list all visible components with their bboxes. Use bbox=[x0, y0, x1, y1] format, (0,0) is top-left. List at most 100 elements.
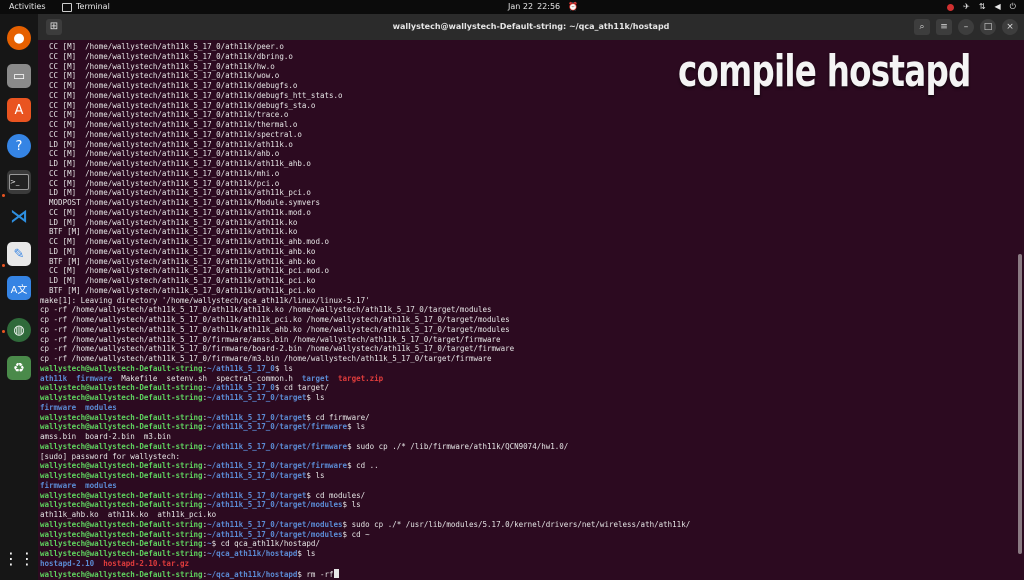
output-segment: hostapd-2.10 bbox=[40, 558, 95, 568]
prompt-line: wallystech@wallystech-Default-string:~/q… bbox=[40, 549, 315, 559]
prompt-user: wallystech@wallystech-Default-string bbox=[40, 422, 203, 432]
prompt-command: $ rm -rf bbox=[297, 569, 334, 579]
files-icon[interactable]: ▭ bbox=[7, 64, 31, 88]
volume-icon: ◀ bbox=[994, 2, 1001, 11]
prompt-line: wallystech@wallystech-Default-string:~/a… bbox=[40, 442, 568, 452]
prompt-user: wallystech@wallystech-Default-string bbox=[40, 519, 203, 529]
prompt-user: wallystech@wallystech-Default-string bbox=[40, 490, 203, 500]
prompt-command: $ ls bbox=[306, 393, 325, 402]
activities-button[interactable]: Activities bbox=[9, 0, 46, 14]
build-output-line: LD [M] /home/wallystech/ath11k_5_17_0/at… bbox=[40, 276, 316, 285]
output-segment: amss.bin board-2.bin m3.bin bbox=[40, 432, 171, 441]
app-menu[interactable]: Terminal bbox=[62, 0, 110, 14]
build-output-line: cp -rf /home/wallystech/ath11k_5_17_0/fi… bbox=[40, 354, 492, 363]
prompt-user: wallystech@wallystech-Default-string bbox=[40, 412, 203, 422]
prompt-path: ~/ath11k_5_17_0/target bbox=[207, 490, 307, 500]
prompt-command: $ cd target/ bbox=[274, 383, 329, 393]
title-bar[interactable]: ⊞ wallystech@wallystech-Default-string: … bbox=[38, 14, 1024, 40]
output-segment: modules bbox=[85, 402, 117, 412]
build-output-line: CC [M] /home/wallystech/ath11k_5_17_0/at… bbox=[40, 178, 280, 188]
menu-icon[interactable]: ≡ bbox=[936, 19, 952, 35]
output-segment: Makefile setenv.sh spectral_common.h bbox=[112, 373, 302, 383]
build-output-line: CC [M] /home/wallystech/ath11k_5_17_0/at… bbox=[40, 71, 280, 81]
build-output-line: CC [M] /home/wallystech/ath11k_5_17_0/at… bbox=[40, 110, 289, 120]
prompt-user: wallystech@wallystech-Default-string bbox=[40, 461, 203, 471]
prompt-user: wallystech@wallystech-Default-string bbox=[40, 569, 203, 579]
prompt-path: ~/ath11k_5_17_0/target/firmware bbox=[207, 461, 348, 471]
command-output-line: firmware modules bbox=[40, 481, 117, 491]
terminal-small-icon bbox=[62, 2, 72, 12]
build-output-line: cp -rf /home/wallystech/ath11k_5_17_0/at… bbox=[40, 305, 492, 315]
prompt-line: wallystech@wallystech-Default-string:~/a… bbox=[40, 383, 329, 393]
firefox-icon[interactable]: ● bbox=[7, 26, 31, 50]
build-output-line: LD [M] /home/wallystech/ath11k_5_17_0/at… bbox=[40, 246, 316, 256]
prompt-path: ~/ath11k_5_17_0/target bbox=[207, 393, 307, 402]
text-editor-icon[interactable]: ✎ bbox=[7, 242, 31, 266]
vscode-icon[interactable]: ⋊ bbox=[7, 204, 31, 228]
trash-icon[interactable]: ♻ bbox=[7, 356, 31, 380]
translate-icon[interactable]: A文 bbox=[7, 276, 31, 300]
build-output-line: CC [M] /home/wallystech/ath11k_5_17_0/at… bbox=[40, 100, 316, 110]
prompt-command: $ ls bbox=[347, 422, 366, 432]
prompt-line: wallystech@wallystech-Default-string:~/a… bbox=[40, 500, 361, 510]
output-segment bbox=[94, 559, 103, 568]
maximize-button[interactable]: □ bbox=[980, 19, 996, 35]
close-button[interactable]: × bbox=[1002, 19, 1018, 35]
overlay-caption: compile hostapd bbox=[678, 46, 971, 97]
output-segment: hostapd-2.10.tar.gz bbox=[103, 558, 190, 568]
command-output-line: firmware modules bbox=[40, 403, 117, 413]
running-indicator bbox=[2, 194, 5, 197]
prompt-line: wallystech@wallystech-Default-string:~/a… bbox=[40, 393, 324, 403]
build-output-line: LD [M] /home/wallystech/ath11k_5_17_0/at… bbox=[40, 159, 311, 168]
clock[interactable]: Jan 22 22:56 ⏰ bbox=[508, 0, 578, 14]
prompt-line: wallystech@wallystech-Default-string:~/a… bbox=[40, 471, 324, 481]
prompt-command: $ cd qca_ath11k/hostapd/ bbox=[211, 539, 320, 549]
scrollbar[interactable] bbox=[1018, 254, 1022, 554]
build-output-line: cp -rf /home/wallystech/ath11k_5_17_0/at… bbox=[40, 315, 510, 324]
terminal-icon[interactable]: >_ bbox=[7, 170, 31, 194]
app-grid-icon[interactable]: ⋮⋮ bbox=[3, 546, 35, 570]
output-segment: ath11k_ahb.ko ath11k.ko ath11k_pci.ko bbox=[40, 510, 217, 519]
prompt-path: ~/ath11k_5_17_0 bbox=[207, 383, 275, 393]
prompt-user: wallystech@wallystech-Default-string bbox=[40, 471, 203, 480]
prompt-path: ~/ath11k_5_17_0/target bbox=[207, 412, 307, 422]
output-segment: firmware bbox=[40, 480, 77, 490]
prompt-line: wallystech@wallystech-Default-string:~/a… bbox=[40, 530, 370, 540]
prompt-path: ~/ath11k_5_17_0/target/modules bbox=[207, 500, 343, 510]
command-output-line: amss.bin board-2.bin m3.bin bbox=[40, 432, 171, 442]
prompt-path: ~/ath11k_5_17_0 bbox=[207, 363, 275, 373]
power-icon: ⏻ bbox=[1009, 2, 1016, 11]
build-output-line: LD [M] /home/wallystech/ath11k_5_17_0/at… bbox=[40, 217, 298, 227]
minimize-button[interactable]: – bbox=[958, 19, 974, 35]
build-output-line: BTF [M] /home/wallystech/ath11k_5_17_0/a… bbox=[40, 285, 316, 295]
running-indicator bbox=[2, 330, 5, 333]
prompt-line: wallystech@wallystech-Default-string:~/a… bbox=[40, 422, 365, 432]
build-output-line: CC [M] /home/wallystech/ath11k_5_17_0/at… bbox=[40, 168, 280, 178]
prompt-user: wallystech@wallystech-Default-string bbox=[40, 393, 203, 402]
prompt-user: wallystech@wallystech-Default-string bbox=[40, 549, 203, 558]
prompt-command: $ sudo cp ./* /lib/firmware/ath11k/QCN90… bbox=[347, 441, 569, 451]
output-segment: ath11k bbox=[40, 373, 68, 383]
prompt-user: wallystech@wallystech-Default-string bbox=[40, 500, 203, 510]
prompt-command: $ ls bbox=[306, 471, 325, 480]
accessibility-icon: ✈ bbox=[963, 2, 970, 11]
build-output-line: BTF [M] /home/wallystech/ath11k_5_17_0/a… bbox=[40, 227, 298, 237]
prompt-line: wallystech@wallystech-Default-string:~/a… bbox=[40, 491, 365, 501]
prompt-path: ~/ath11k_5_17_0/target bbox=[207, 471, 307, 480]
build-output-line: CC [M] /home/wallystech/ath11k_5_17_0/at… bbox=[40, 129, 302, 139]
software-center-icon[interactable]: A bbox=[7, 98, 31, 122]
system-tray[interactable]: ✈ ⇅ ◀ ⏻ bbox=[947, 0, 1016, 14]
build-output-line: cp -rf /home/wallystech/ath11k_5_17_0/at… bbox=[40, 324, 510, 334]
prompt-user: wallystech@wallystech-Default-string bbox=[40, 441, 203, 451]
command-output-line: [sudo] password for wallystech: bbox=[40, 452, 180, 462]
globe-icon[interactable]: ◍ bbox=[7, 318, 31, 342]
terminal-output[interactable]: CC [M] /home/wallystech/ath11k_5_17_0/at… bbox=[38, 40, 1024, 580]
command-output-line: ath11k firmware Makefile setenv.sh spect… bbox=[40, 374, 383, 384]
text-cursor bbox=[333, 568, 339, 578]
build-output-line: make[1]: Leaving directory '/home/wallys… bbox=[40, 295, 370, 305]
help-icon[interactable]: ? bbox=[7, 134, 31, 158]
search-icon[interactable]: ⌕ bbox=[914, 19, 930, 35]
prompt-user: wallystech@wallystech-Default-string bbox=[40, 363, 203, 373]
prompt-user: wallystech@wallystech-Default-string bbox=[40, 383, 203, 393]
output-segment: modules bbox=[85, 480, 117, 490]
